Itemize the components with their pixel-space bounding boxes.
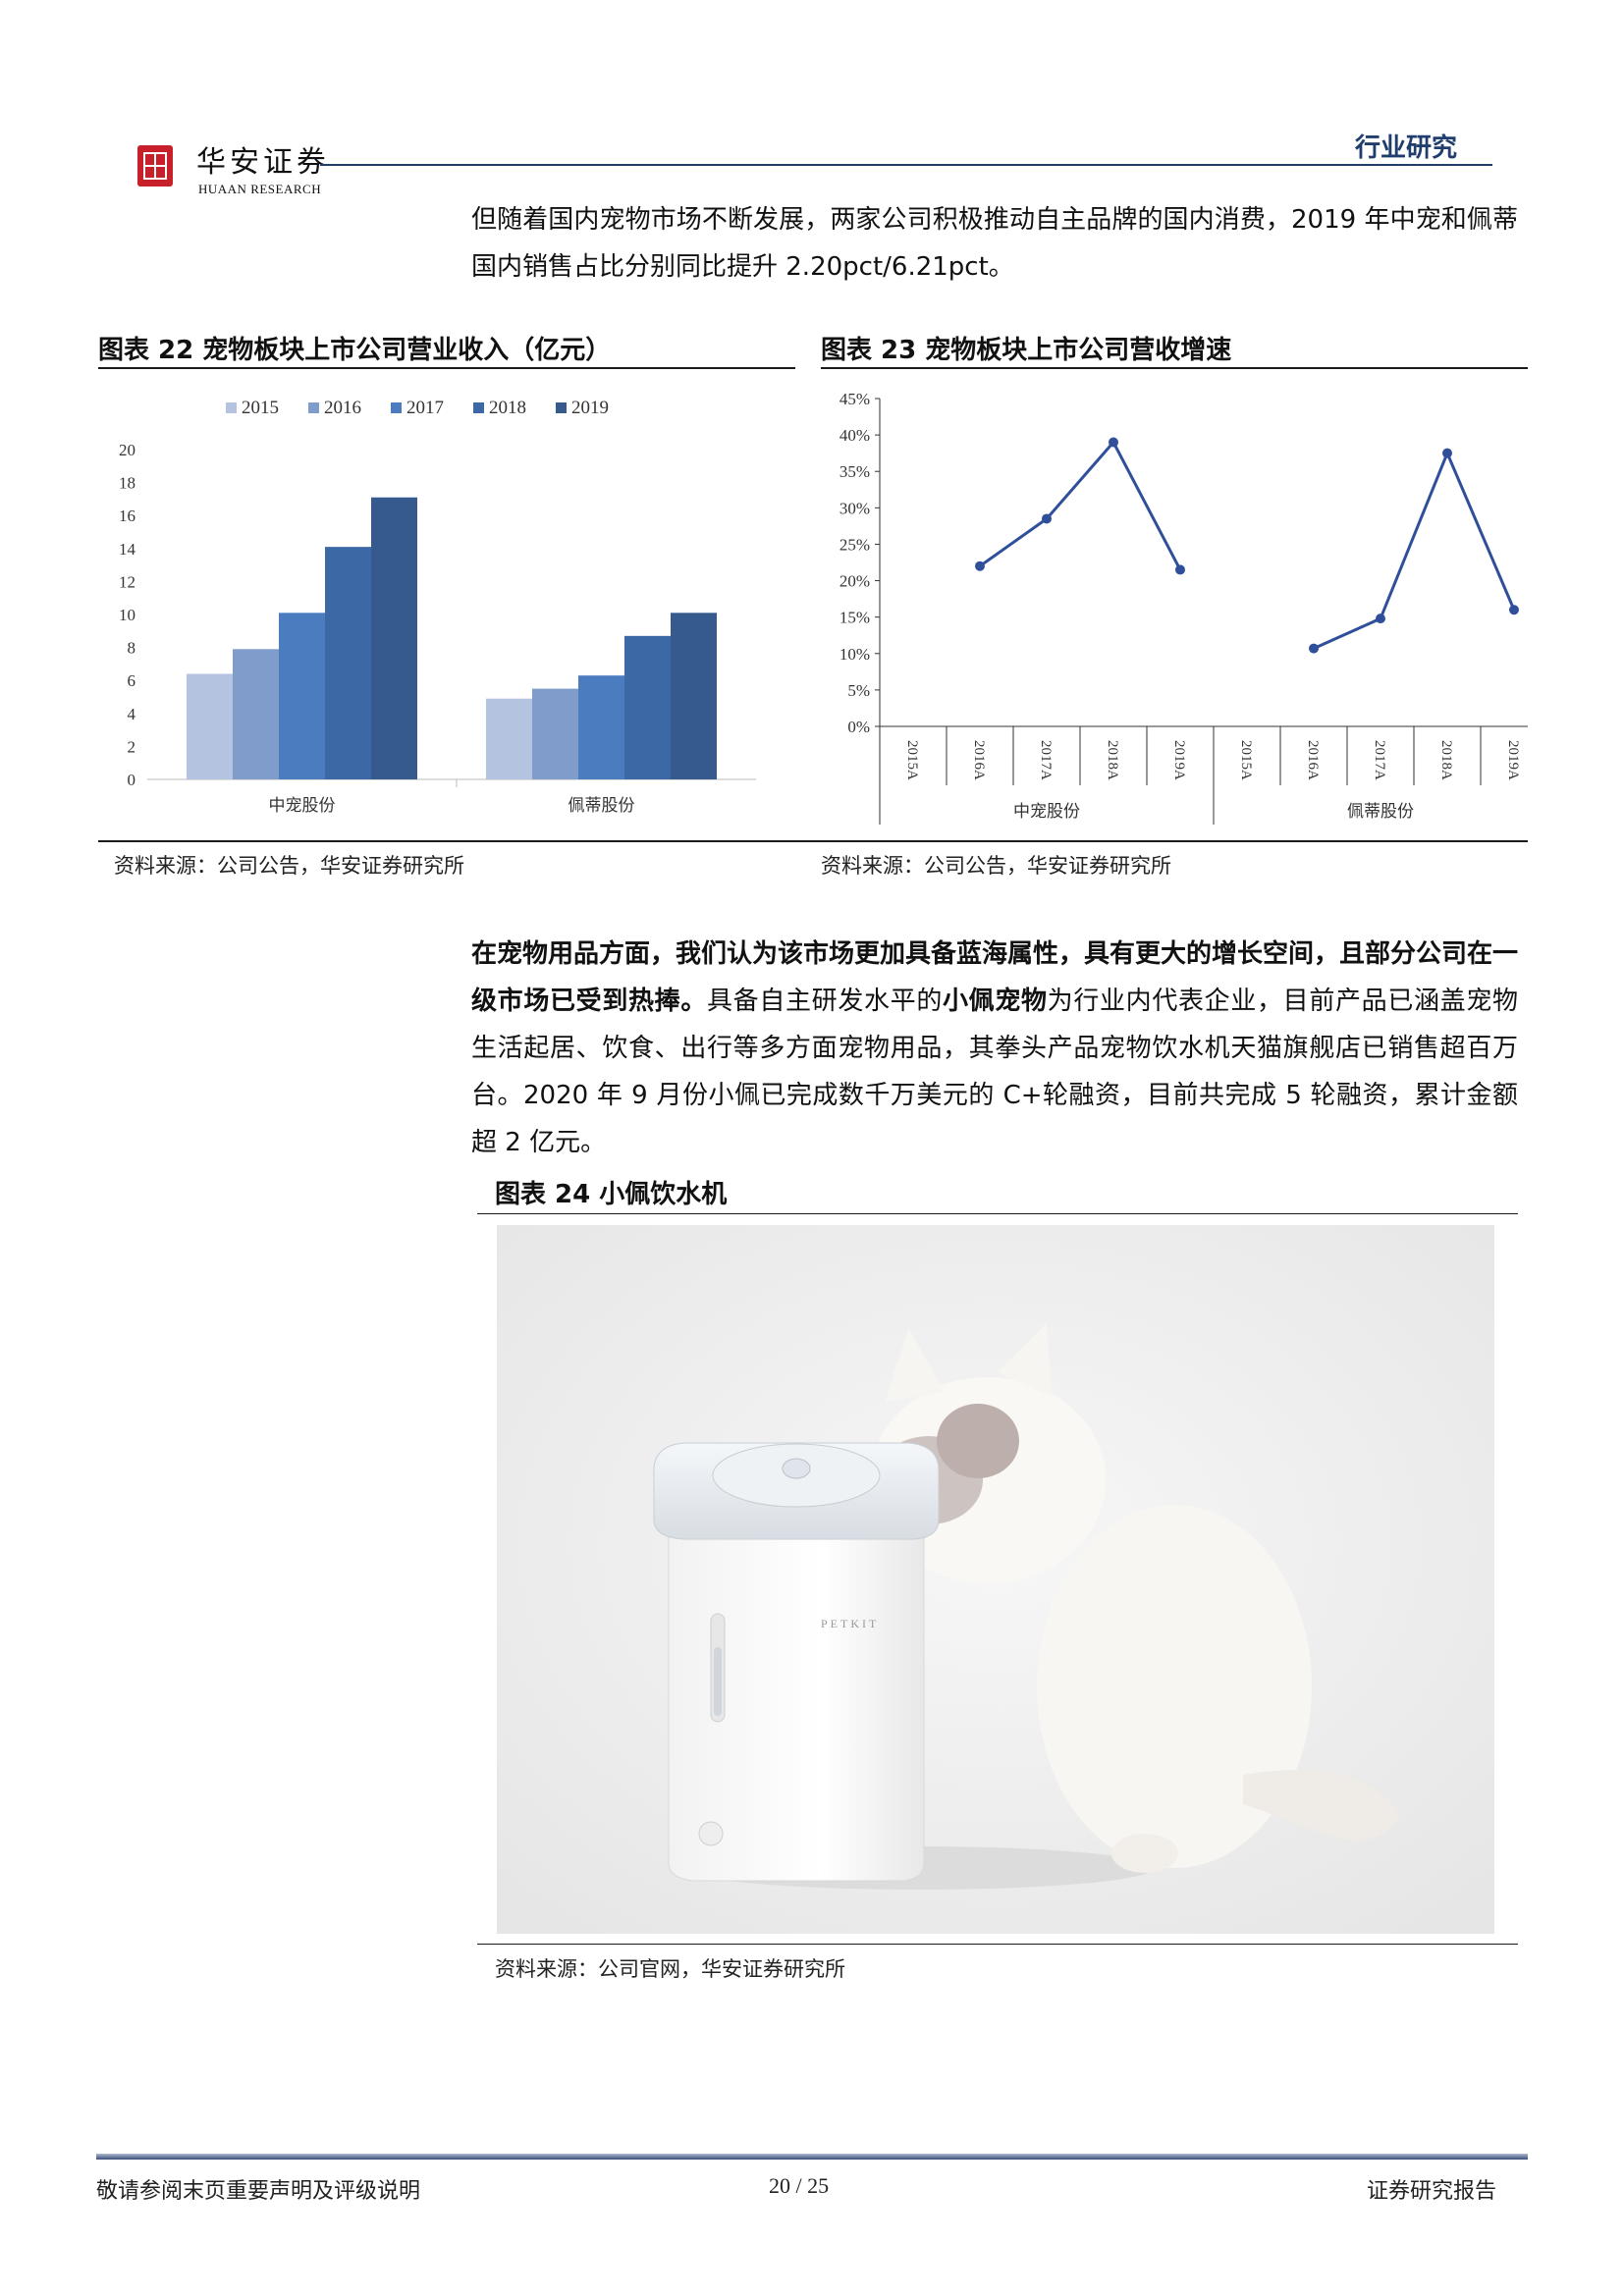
- body-text-1: 具备自主研发水平的: [707, 987, 943, 1016]
- legend-swatch-2016: [308, 402, 319, 413]
- y-tick-label: 40%: [839, 426, 870, 445]
- brand-name-en: HUAAN RESEARCH: [198, 182, 322, 196]
- series-point: [1042, 513, 1052, 524]
- bar-佩蒂股份-2017: [578, 675, 624, 779]
- legend-swatch-2015: [226, 402, 237, 413]
- bar-佩蒂股份-2016: [532, 688, 578, 779]
- x-tick-label: 2018A: [1438, 740, 1454, 780]
- footer-rule: [96, 2154, 1528, 2160]
- body-bold-2: 小佩宠物: [943, 987, 1048, 1016]
- group-label: 佩蒂股份: [1347, 802, 1414, 821]
- figure22-title: 图表 22 宠物板块上市公司营业收入（亿元）: [98, 336, 612, 365]
- footer-report-type: 证券研究报告: [1367, 2179, 1497, 2204]
- y-tick-label: 20: [119, 441, 135, 459]
- series-point: [1376, 614, 1385, 624]
- growth-line-chart: 0% 5% 10% 15% 20% 25% 30% 35% 40% 45% 2015A 2016A 2…: [839, 390, 1528, 825]
- intro-paragraph: 但随着国内宠物市场不断发展，两家公司积极推动自主品牌的国内消费，2019 年中宠…: [471, 205, 1518, 282]
- y-tick-label: 15%: [839, 609, 870, 627]
- legend-label-2019: 2019: [571, 398, 609, 418]
- bar-中宠股份-2015: [187, 673, 233, 779]
- y-tick-label: 8: [128, 639, 136, 658]
- series-point: [1309, 643, 1319, 654]
- figure24-title: 图表 24 小佩饮水机: [495, 1180, 728, 1209]
- section-tag: 行业研究: [1355, 133, 1458, 163]
- x-tick-label: 2015A: [904, 740, 920, 780]
- y-tick-label: 18: [119, 474, 135, 493]
- x-tick-label: 2015A: [1238, 740, 1254, 780]
- x-tick-label: 2019A: [1505, 740, 1521, 780]
- legend-label-2015: 2015: [242, 398, 279, 418]
- x-tick-label: 2017A: [1038, 740, 1054, 780]
- x-tick-label: 2019A: [1171, 740, 1187, 780]
- legend-label-2018: 2018: [489, 398, 526, 418]
- figures-bottom-rule: [98, 840, 1528, 842]
- x-tick-label: 2016A: [1305, 740, 1321, 780]
- y-tick-label: 10: [119, 606, 135, 624]
- bar-中宠股份-2019: [371, 497, 417, 779]
- product-brand-mark: PETKIT: [821, 1617, 879, 1630]
- legend-swatch-2019: [556, 402, 567, 413]
- bar-中宠股份-2017: [279, 613, 325, 779]
- legend-label-2016: 2016: [324, 398, 361, 418]
- header-rule: [320, 164, 1492, 166]
- y-tick-label: 0: [128, 771, 136, 789]
- revenue-bar-chart: 2015 2016 2017 2018 2019 0 2 4 6 8 10 12 14 16 18 20 中…: [119, 398, 756, 815]
- bar-中宠股份-2018: [325, 547, 371, 779]
- y-tick-label: 20%: [839, 572, 870, 591]
- figure23-title: 图表 23 宠物板块上市公司营收增速: [821, 336, 1232, 365]
- x-tick-label: 2018A: [1105, 740, 1120, 780]
- footer-disclaimer: 敬请参阅末页重要声明及评级说明: [96, 2179, 421, 2204]
- bar-佩蒂股份-2015: [486, 698, 532, 779]
- brand-name-cn: 华安证券: [196, 145, 330, 180]
- series-line-中宠股份: [979, 439, 1182, 571]
- figure24-source: 资料来源：公司官网，华安证券研究所: [495, 1957, 845, 1981]
- series-point: [1175, 564, 1185, 575]
- y-tick-label: 16: [119, 507, 135, 525]
- y-tick-label: 12: [119, 572, 135, 591]
- bar-佩蒂股份-2018: [624, 635, 671, 779]
- category-label: 中宠股份: [269, 796, 336, 815]
- series-line-佩蒂股份: [1313, 449, 1516, 650]
- legend-swatch-2017: [391, 402, 402, 413]
- y-tick-label: 5%: [847, 681, 870, 700]
- y-tick-label: 45%: [839, 390, 870, 408]
- category-label: 佩蒂股份: [568, 796, 635, 815]
- legend-label-2017: 2017: [406, 398, 444, 418]
- y-tick-label: 35%: [839, 462, 870, 481]
- series-point: [975, 561, 985, 571]
- page-number: 20 / 25: [769, 2173, 830, 2198]
- y-tick-label: 6: [128, 671, 136, 690]
- brand-seal-logo: [137, 145, 173, 187]
- bar-中宠股份-2016: [233, 649, 279, 779]
- figure22-source: 资料来源：公司公告，华安证券研究所: [114, 854, 464, 878]
- x-tick-label: 2016A: [971, 740, 987, 780]
- y-tick-label: 25%: [839, 535, 870, 554]
- y-tick-label: 2: [128, 737, 136, 756]
- y-tick-label: 10%: [839, 645, 870, 664]
- group-label: 中宠股份: [1013, 802, 1080, 821]
- y-tick-label: 0%: [847, 718, 870, 736]
- series-point: [1109, 437, 1118, 448]
- figure24-bottom-rule: [477, 1944, 1518, 1945]
- y-tick-label: 4: [128, 705, 136, 723]
- x-tick-label: 2017A: [1372, 740, 1387, 780]
- water-fountain-product: PETKIT: [653, 1442, 940, 1882]
- series-point: [1509, 605, 1519, 615]
- body-paragraph: 在宠物用品方面，我们认为该市场更加具备蓝海属性，具有更大的增长空间，且部分公司在…: [471, 931, 1518, 1166]
- figure24-top-rule: [477, 1213, 1518, 1214]
- y-tick-label: 14: [119, 540, 136, 559]
- product-photo-water-fountain-with-cat: PETKIT: [497, 1225, 1494, 1934]
- figure23-source: 资料来源：公司公告，华安证券研究所: [821, 854, 1171, 878]
- series-point: [1442, 448, 1452, 458]
- bar-佩蒂股份-2019: [671, 613, 717, 779]
- legend-swatch-2018: [473, 402, 484, 413]
- y-tick-label: 30%: [839, 499, 870, 517]
